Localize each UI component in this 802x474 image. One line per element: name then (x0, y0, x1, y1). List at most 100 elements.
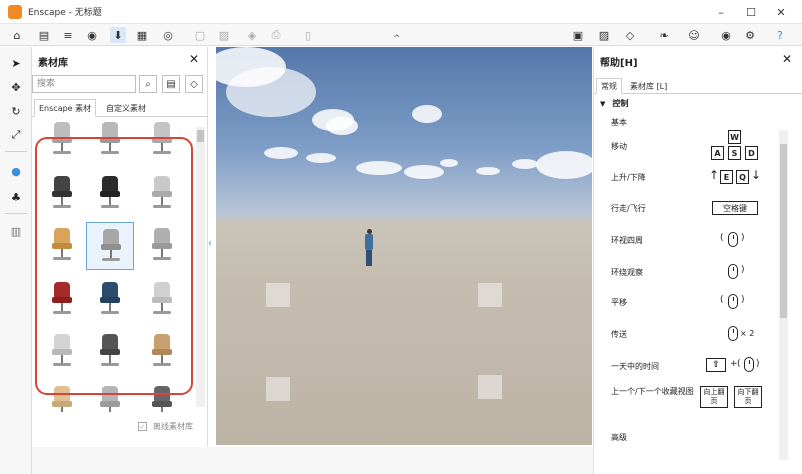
asset-thumbnail[interactable] (86, 170, 134, 218)
document-icon[interactable]: ▤ (36, 27, 52, 43)
asset-thumbnail[interactable] (138, 328, 186, 376)
cloud (326, 117, 358, 135)
asset-thumbnail[interactable] (38, 328, 86, 376)
chair-image (150, 228, 174, 264)
chair-image (150, 334, 174, 370)
collapse-toolbar-icon[interactable]: ^ (393, 34, 401, 44)
paren-close: ) (741, 233, 745, 243)
chair-image (150, 282, 174, 318)
eye-icon[interactable]: ◉ (84, 27, 100, 43)
mouse-scroll-icon (744, 357, 754, 372)
asset-thumbnail[interactable] (138, 222, 186, 270)
asset-thumbnail[interactable] (138, 276, 186, 324)
help-label-teleport: 传送 (611, 330, 627, 339)
cloud (412, 105, 442, 123)
library-scroll-thumb[interactable] (197, 130, 204, 142)
asset-thumbnail[interactable] (86, 122, 134, 164)
chair-back (54, 228, 70, 244)
asset-thumbnail[interactable] (38, 122, 86, 164)
image-icon[interactable]: ▨ (216, 27, 232, 43)
help-close-icon[interactable]: ✕ (782, 52, 792, 66)
picture-icon[interactable]: ▨ (596, 27, 612, 43)
chair-stem (109, 407, 111, 412)
status-bar (32, 447, 593, 474)
search-input[interactable] (32, 75, 136, 93)
help-scrollbar[interactable] (779, 130, 788, 460)
help-scroll-thumb[interactable] (780, 144, 787, 318)
building-icon[interactable]: ▦ (134, 27, 150, 43)
offline-library-option[interactable]: ✓ 离线素材库 (138, 421, 193, 432)
asset-thumbnail[interactable] (38, 222, 86, 270)
library-close-icon[interactable]: ✕ (189, 52, 199, 66)
print-icon[interactable]: ⎙ (268, 27, 284, 43)
tab-enscape-assets[interactable]: Enscape 素材 (34, 99, 97, 117)
chair-base (153, 151, 171, 154)
maximize-button[interactable]: ☐ (736, 0, 766, 24)
settings-icon[interactable]: ⚙ (742, 27, 758, 43)
help-label-time-of-day: 一天中的时间 (611, 362, 659, 371)
file-icon[interactable]: ▯ (300, 27, 316, 43)
cloud (226, 67, 316, 117)
move-icon[interactable]: ✥ (8, 79, 24, 95)
minimize-button[interactable]: – (706, 0, 736, 24)
asset-thumbnail[interactable] (138, 122, 186, 164)
collapse-library-icon[interactable]: ‹ (208, 238, 212, 249)
home-icon[interactable]: ⌂ (9, 27, 25, 43)
search-icon[interactable]: ⌕ (139, 75, 157, 93)
offline-checkbox[interactable]: ✓ (138, 422, 147, 431)
library-scrollbar[interactable] (196, 127, 205, 407)
trash-icon[interactable]: ▥ (8, 223, 24, 239)
paren-close: ) (741, 295, 745, 305)
scale-icon[interactable]: ⤢ (8, 127, 24, 143)
rotate-icon[interactable]: ↻ (8, 103, 24, 119)
render-viewport[interactable] (216, 47, 592, 445)
screenshot-icon[interactable]: ▢ (192, 27, 208, 43)
asset-thumbnail[interactable] (86, 328, 134, 376)
asset-thumbnail[interactable] (38, 276, 86, 324)
tag-icon[interactable]: ◇ (185, 75, 203, 93)
gallery-icon[interactable]: ▣ (570, 27, 586, 43)
chair-base (53, 311, 71, 314)
tab-general[interactable]: 常规 (596, 78, 622, 94)
select-arrow-icon[interactable]: ➤ (8, 55, 24, 71)
asset-thumbnail[interactable] (138, 170, 186, 218)
cube-icon[interactable]: ◇ (622, 27, 638, 43)
asset-thumbnail[interactable] (38, 170, 86, 218)
help-label-favorite-views: 上一个/下一个收藏视图 (611, 387, 694, 396)
key-e: E (720, 170, 733, 184)
drop-icon[interactable]: ● (8, 163, 24, 179)
list-icon[interactable]: ≡ (60, 27, 76, 43)
chair-base (153, 257, 171, 260)
asset-thumbnail[interactable] (86, 380, 134, 412)
asset-thumbnail[interactable] (86, 276, 134, 324)
asset-thumbnail[interactable] (38, 380, 86, 412)
controls-section-header[interactable]: ▼ 控制 (600, 98, 628, 109)
person-figure[interactable] (364, 229, 374, 269)
head-icon[interactable]: ☺ (686, 27, 702, 43)
panorama-icon[interactable]: ◎ (160, 27, 176, 43)
help-icon[interactable]: ? (772, 27, 788, 43)
chair-image (150, 176, 174, 212)
footprints-icon[interactable]: ♣ (8, 189, 24, 205)
watermark-logo (266, 377, 290, 401)
tab-custom-assets[interactable]: 自定义素材 (102, 99, 150, 117)
help-tabs: 常规 素材库 [L] (594, 78, 802, 94)
mouse-middle-icon (728, 294, 738, 309)
leaf-icon[interactable]: ❧ (656, 27, 672, 43)
visibility-icon[interactable]: ◉ (718, 27, 734, 43)
chair-back (154, 122, 170, 138)
list-view-icon[interactable]: ▤ (162, 75, 180, 93)
render-icon[interactable]: ◈ (244, 27, 260, 43)
asset-thumbnail[interactable] (86, 222, 134, 270)
asset-library-panel: 素材库 ✕ ⌕ ▤ ◇ Enscape 素材 自定义素材 ✓ 离线素材库 (32, 47, 208, 447)
help-label-updown: 上升/下降 (611, 173, 646, 182)
close-window-button[interactable]: ✕ (766, 0, 796, 24)
asset-library-icon[interactable]: ⬇ (110, 27, 126, 43)
asset-thumbnail[interactable] (138, 380, 186, 412)
tab-asset-library-help[interactable]: 素材库 [L] (626, 78, 671, 94)
main-toolbar: ⌂ ▤ ≡ ◉ ⬇ ▦ ◎ ▢ ▨ ◈ ⎙ ▯ ▣ ▨ ◇ ❧ ☺ ◉ ⚙ ? (0, 24, 802, 46)
title-bar: Enscape - 无标题 (0, 0, 802, 24)
key-page-up: 向上翻页 (700, 386, 728, 408)
chair-base (101, 363, 119, 366)
library-tabs: Enscape 素材 自定义素材 (32, 99, 208, 117)
